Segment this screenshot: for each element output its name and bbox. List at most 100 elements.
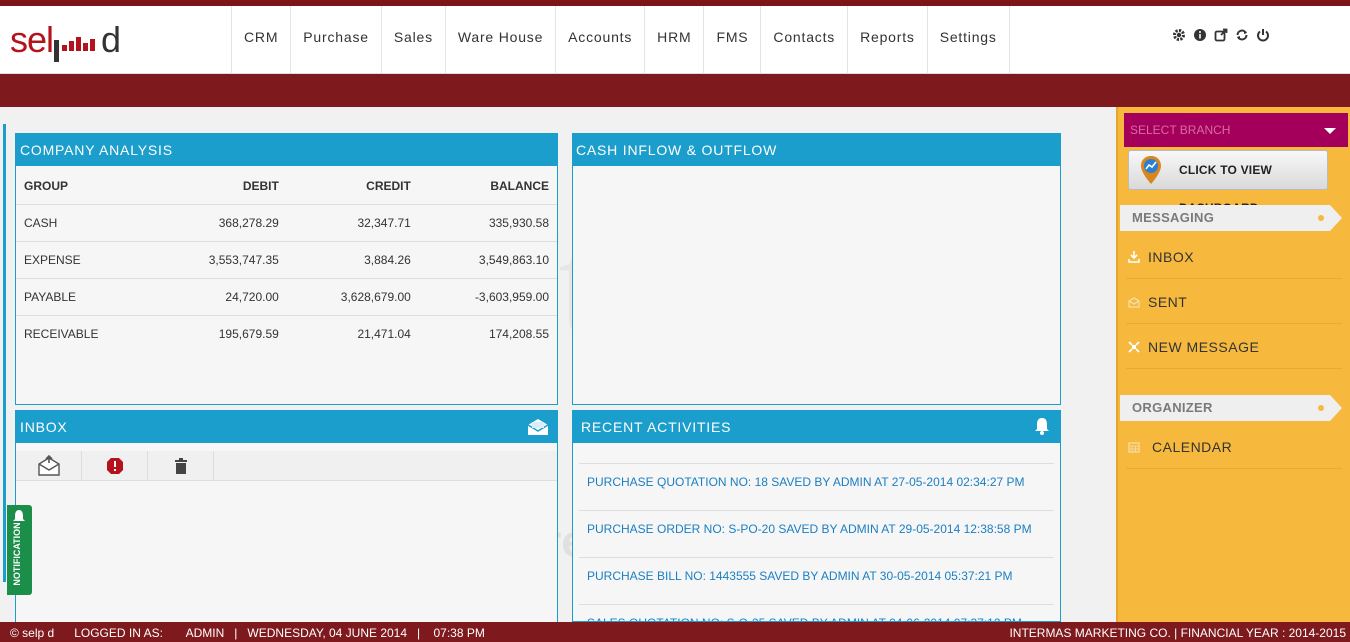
nav-accounts[interactable]: Accounts [555,6,644,74]
cell-balance: 3,549,863.10 [418,240,557,278]
calendar-icon [1128,442,1140,453]
cell-balance: 174,208.55 [418,314,557,352]
nav-purchase[interactable]: Purchase [290,6,381,74]
notification-label: NOTIFICATION [12,522,22,586]
cell-debit: 195,679.59 [154,314,287,352]
sidebar-item-label: CALENDAR [1152,439,1233,455]
download-icon [1128,251,1140,263]
sent-mail-icon [1128,297,1140,308]
nav-sales[interactable]: Sales [380,6,445,74]
compose-button[interactable] [16,451,82,480]
nav-warehouse[interactable]: Ware House [444,6,555,74]
nav-settings[interactable]: Settings [926,6,1010,74]
main-nav: CRM Purchase Sales Ware House Accounts H… [231,6,1010,74]
nav-crm[interactable]: CRM [231,6,290,74]
sidebar-item-label: NEW MESSAGE [1148,339,1260,355]
activity-list: PURCHASE QUOTATION NO: 18 SAVED BY ADMIN… [573,443,1060,621]
logged-in-user: ADMIN [185,626,225,640]
view-dashboard-button[interactable]: CLICK TO VIEW DASHBOARD [1128,150,1328,215]
chevron-down-icon [1324,128,1336,134]
cell-group: PAYABLE [16,277,155,315]
delete-button[interactable] [148,451,214,480]
cell-debit: 3,553,747.35 [154,240,287,278]
dot-icon [1318,215,1324,221]
logged-in-label: LOGGED IN AS: [74,626,163,640]
activity-item[interactable]: PURCHASE ORDER NO: S-PO-20 SAVED BY ADMI… [579,510,1054,557]
logo-text-d: d [101,19,121,60]
company-name: INTERMAS MARKETING CO. [1009,626,1171,640]
activity-item[interactable]: SALES QUOTATION NO: S-Q-25 SAVED BY ADMI… [579,604,1054,621]
expand-icon [1128,341,1140,353]
col-group: GROUP [24,178,69,193]
panel-title: CASH INFLOW & OUTFLOW [573,134,1060,166]
share-icon[interactable] [1214,28,1229,43]
activity-item[interactable]: PURCHASE BILL NO: 1443555 SAVED BY ADMIN… [579,557,1054,604]
organizer-title: ORGANIZER [1132,400,1213,415]
dashboard-main: Software SoftwareSuggest.com COMPANY ANA… [0,107,1116,630]
cash-flow-panel: CASH INFLOW & OUTFLOW [572,133,1061,405]
cell-debit: 368,278.29 [154,203,287,241]
table-header-row: GROUP DEBIT CREDIT BALANCE [16,168,557,204]
sidebar-item-calendar[interactable]: CALENDAR [1126,425,1342,469]
table-row[interactable]: CASH 368,278.29 32,347.71 335,930.58 [16,203,557,241]
notification-tab[interactable]: NOTIFICATION [7,505,32,595]
nav-fms[interactable]: FMS [703,6,760,74]
footer-right: INTERMAS MARKETING CO. | FINANCIAL YEAR … [1009,626,1346,640]
cell-credit: 32,347.71 [286,203,419,241]
nav-hrm[interactable]: HRM [644,6,703,74]
recent-activities-panel: RECENT ACTIVITIES PURCHASE QUOTATION NO:… [572,410,1061,622]
cell-group: CASH [16,203,155,241]
activity-item[interactable]: PURCHASE QUOTATION NO: 18 SAVED BY ADMIN… [579,463,1054,510]
mail-open-icon [527,418,549,441]
logo-text: sel [10,19,54,60]
cell-debit: 24,720.00 [154,277,287,315]
refresh-icon[interactable] [1235,28,1250,43]
organizer-header: ORGANIZER [1120,395,1342,421]
inbox-panel: INBOX [15,410,558,630]
cell-group: RECEIVABLE [16,314,155,352]
app-header: sel d CRM Purchase Sales Ware House Accou… [0,6,1350,74]
col-debit: DEBIT [242,178,279,193]
info-icon[interactable] [1193,28,1208,43]
messaging-header: MESSAGING [1120,205,1342,231]
branch-select-placeholder: SELECT BRANCH [1130,123,1231,137]
logo-bars-icon [54,28,100,62]
col-balance: BALANCE [490,178,549,193]
current-time: 07:38 PM [433,626,485,640]
company-analysis-table: GROUP DEBIT CREDIT BALANCE CASH 368,278.… [16,168,557,352]
table-row[interactable]: EXPENSE 3,553,747.35 3,884.26 3,549,863.… [16,240,557,278]
current-date: WEDNESDAY, 04 JUNE 2014 [247,626,408,640]
copyright-text: © selp d [10,626,55,640]
company-analysis-panel: COMPANY ANALYSIS GROUP DEBIT CREDIT BALA… [15,133,558,405]
sidebar-item-new-message[interactable]: NEW MESSAGE [1126,325,1342,369]
financial-year: FINANCIAL YEAR : 2014-2015 [1180,626,1346,640]
sidebar-item-inbox[interactable]: INBOX [1126,235,1342,279]
sidebar-item-label: INBOX [1148,249,1195,265]
dashboard-pin-icon [1141,156,1161,184]
panel-title: RECENT ACTIVITIES [573,411,1060,443]
footer-left: © selp d LOGGED IN AS: ADMIN | WEDNESDAY… [10,626,485,640]
spam-button[interactable] [82,451,148,480]
nav-reports[interactable]: Reports [847,6,927,74]
col-credit: CREDIT [366,178,411,193]
header-icons [1172,28,1271,43]
cell-credit: 3,628,679.00 [286,277,419,315]
sidebar-item-sent[interactable]: SENT [1126,280,1342,324]
status-bar: © selp d LOGGED IN AS: ADMIN | WEDNESDAY… [0,622,1350,642]
cell-balance: -3,603,959.00 [418,277,557,315]
messaging-title: MESSAGING [1132,210,1215,225]
right-sidebar: SELECT BRANCH CLICK TO VIEW DASHBOARD ME… [1116,107,1350,622]
power-icon[interactable] [1256,28,1271,43]
inbox-toolbar [16,451,557,481]
table-row[interactable]: PAYABLE 24,720.00 3,628,679.00 -3,603,95… [16,277,557,315]
selpad-logo[interactable]: sel d [10,19,121,62]
panel-title: COMPANY ANALYSIS [16,134,557,166]
table-row[interactable]: RECEIVABLE 195,679.59 21,471.04 174,208.… [16,314,557,352]
branch-select[interactable]: SELECT BRANCH [1124,113,1348,147]
cell-group: EXPENSE [16,240,155,278]
gear-icon[interactable] [1172,28,1187,43]
cell-credit: 3,884.26 [286,240,419,278]
panel-title: INBOX [16,411,557,443]
cell-credit: 21,471.04 [286,314,419,352]
nav-contacts[interactable]: Contacts [760,6,847,74]
